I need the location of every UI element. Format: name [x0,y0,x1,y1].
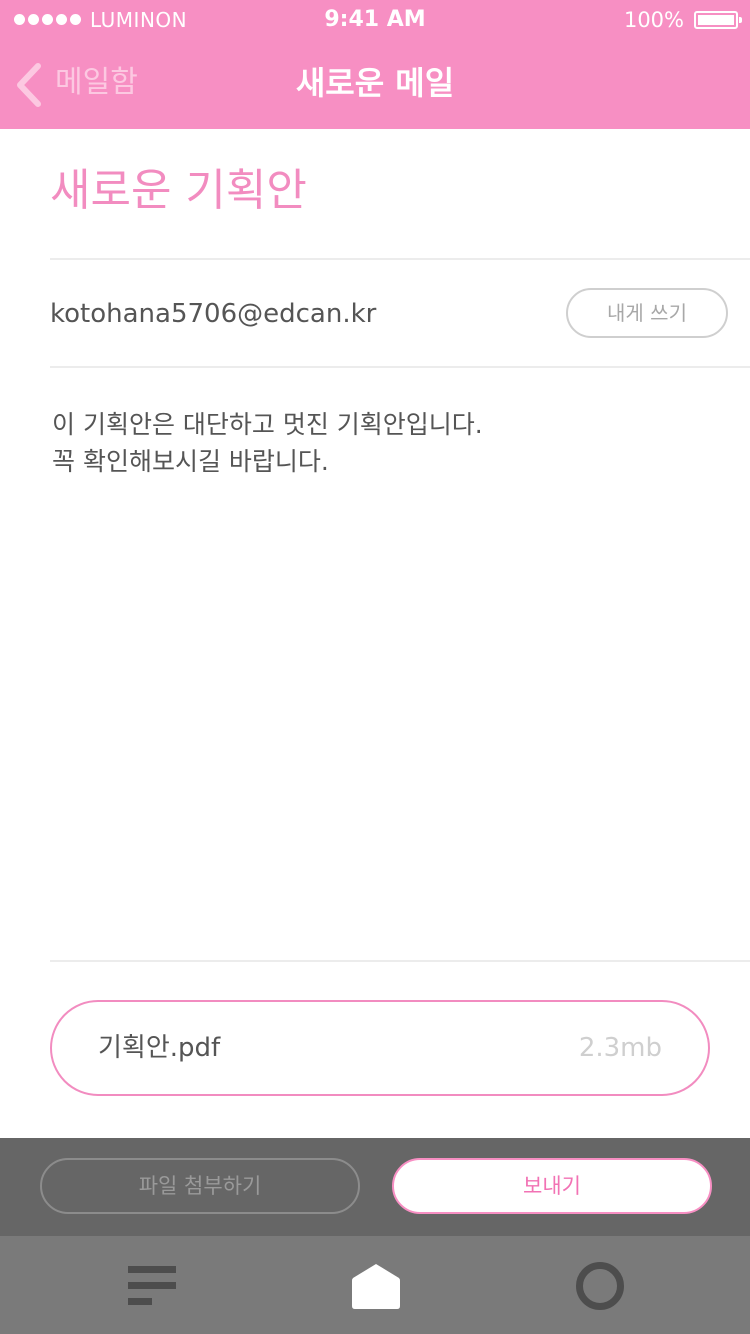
mail-body-line: 꼭 확인해보시길 바랍니다. [52,447,329,476]
divider [50,258,750,260]
mail-body-line: 이 기획안은 대단하고 멋진 기획안입니다. [52,410,483,439]
attach-file-button[interactable]: 파일 첨부하기 [40,1158,360,1214]
recipient-field[interactable]: kotohana5706@edcan.kr [50,296,376,332]
app-header: LUMINON 9:41 AM 100% 메일함 새로운 메일 [0,0,750,129]
attachment-filename: 기획안.pdf [98,1033,221,1063]
profile-icon[interactable] [576,1262,624,1310]
home-icon[interactable] [351,1262,401,1310]
divider [50,960,750,962]
battery-icon [694,11,742,29]
send-button[interactable]: 보내기 [392,1158,712,1214]
battery-percent: 100% [623,8,684,32]
attachment-item[interactable]: 기획안.pdf 2.3mb [50,1000,710,1096]
attachment-size: 2.3mb [578,1033,662,1063]
divider [50,366,750,368]
write-to-me-button[interactable]: 내게 쓰기 [566,288,728,338]
page-title: 새로운 메일 [295,64,455,102]
tab-bar [0,1236,750,1334]
menu-icon[interactable] [128,1266,176,1306]
mail-subject[interactable]: 새로운 기획안 [50,160,307,222]
mail-body[interactable]: 이 기획안은 대단하고 멋진 기획안입니다. 꼭 확인해보시길 바랍니다. [52,406,483,480]
action-bar: 파일 첨부하기 보내기 [0,1138,750,1236]
status-bar: LUMINON 9:41 AM 100% [0,0,750,40]
